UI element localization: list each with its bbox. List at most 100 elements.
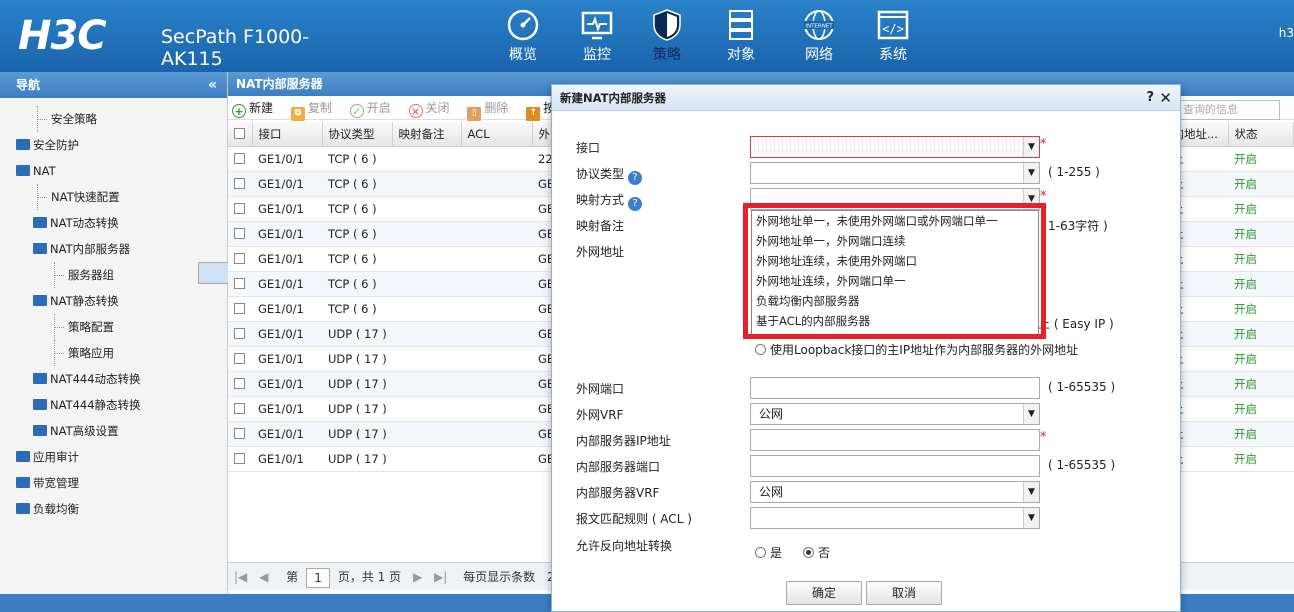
search-input[interactable]: 查询的信息 xyxy=(1178,100,1280,120)
nav-tree: 安全策略安全防护 NAT NAT快速配置 NAT动态转换 NAT内部服务器策略配置 服务器… xyxy=(0,98,488,522)
nav-network[interactable]: INTERNET 网络 xyxy=(789,8,849,64)
radio[interactable] xyxy=(803,547,814,558)
help-icon[interactable]: ? xyxy=(628,171,643,185)
nav-overview[interactable]: 概览 xyxy=(493,8,553,64)
checkbox[interactable] xyxy=(234,277,245,289)
loopback-radio[interactable]: 使用Loopback接口的主IP地址作为内部服务器的外网地址 xyxy=(755,341,1078,358)
sidebar-item[interactable]: 策略应用 xyxy=(0,340,227,366)
row-checkbox[interactable] xyxy=(228,371,252,397)
last-page-icon[interactable]: ▶| xyxy=(434,570,447,584)
radio[interactable] xyxy=(755,344,766,355)
ok-button[interactable]: 确定 xyxy=(786,581,862,605)
new-button[interactable]: + 新建 xyxy=(232,96,273,120)
acl-rule-select[interactable]: ▼ xyxy=(750,507,1040,529)
chevron-down-icon[interactable]: ▼ xyxy=(1023,137,1039,157)
navigation-sidebar: 导航 « 安全策略安全防护 NAT NAT快速配置 NAT动态转换 NAT内部服务器策略… xyxy=(0,72,488,612)
checkbox[interactable] xyxy=(234,452,245,464)
sidebar-item[interactable]: 服务器组 xyxy=(0,262,227,288)
sidebar-item[interactable]: NAT内部服务器 xyxy=(0,236,227,262)
row-checkbox[interactable] xyxy=(228,171,252,197)
interface-select[interactable]: ▼ xyxy=(750,136,1040,158)
delete-button[interactable]: ▯ 删除 xyxy=(467,96,508,121)
first-page-icon[interactable]: |◀ xyxy=(234,570,247,584)
prev-page-icon[interactable]: ◀ xyxy=(259,570,268,584)
row-checkbox[interactable] xyxy=(228,321,252,347)
row-checkbox[interactable] xyxy=(228,446,252,472)
internal-ip-input[interactable] xyxy=(750,429,1040,451)
row-checkbox[interactable] xyxy=(228,196,252,222)
checkbox[interactable] xyxy=(234,152,245,164)
col-protocol[interactable]: 协议类型 xyxy=(322,122,393,147)
row-checkbox[interactable] xyxy=(228,296,252,322)
nav-policy[interactable]: 策略 xyxy=(637,8,697,64)
cell-interface: GE1/0/1 xyxy=(252,146,322,172)
chevron-down-icon[interactable]: ▼ xyxy=(1023,404,1039,424)
cell-protocol: UDP ( 17 ) xyxy=(322,446,392,472)
checkbox[interactable] xyxy=(234,202,245,214)
page-number-input[interactable]: 1 xyxy=(306,567,331,588)
internal-port-input[interactable] xyxy=(750,455,1040,477)
checkbox[interactable] xyxy=(234,427,245,439)
checkbox[interactable] xyxy=(234,327,245,339)
row-checkbox[interactable] xyxy=(228,421,252,447)
sidebar-item[interactable]: NAT xyxy=(0,158,227,184)
external-vrf-select[interactable]: 公网 ▼ xyxy=(750,403,1040,425)
sidebar-item[interactable]: 策略配置 xyxy=(0,314,227,340)
enable-button[interactable]: ✓ 开启 xyxy=(349,96,391,120)
import-icon: ↑ xyxy=(526,107,541,121)
internal-vrf-select[interactable]: 公网 ▼ xyxy=(750,481,1040,503)
help-icon[interactable]: ? xyxy=(1146,85,1154,111)
sidebar-header: 导航 « xyxy=(0,72,227,98)
sidebar-item[interactable]: NAT动态转换 xyxy=(0,210,227,236)
reverse-nat-no-radio[interactable]: 否 xyxy=(803,544,830,561)
chevron-down-icon[interactable]: ▼ xyxy=(1023,508,1039,528)
chevron-down-icon[interactable]: ▼ xyxy=(1023,163,1039,183)
checkbox[interactable] xyxy=(234,352,245,364)
sidebar-item[interactable]: NAT高级设置 xyxy=(0,418,227,444)
row-checkbox[interactable] xyxy=(228,346,252,372)
copy-button[interactable]: ⧉ 复制 xyxy=(290,96,332,121)
nav-system[interactable]: </> 系统 xyxy=(863,8,923,64)
sidebar-item[interactable]: NAT静态转换 xyxy=(0,288,227,314)
external-port-input[interactable] xyxy=(750,377,1040,399)
sidebar-item[interactable]: 带宽管理 xyxy=(0,470,227,496)
row-checkbox[interactable] xyxy=(228,221,252,247)
sidebar-item[interactable]: NAT444静态转换 xyxy=(0,392,227,418)
checkbox[interactable] xyxy=(234,227,245,239)
close-icon[interactable]: ✕ xyxy=(1159,85,1172,111)
help-icon[interactable]: ? xyxy=(628,197,643,211)
checkbox[interactable] xyxy=(234,177,245,189)
cancel-button[interactable]: 取消 xyxy=(866,581,942,605)
sidebar-item[interactable]: NAT快速配置 xyxy=(0,184,227,210)
chevron-down-icon[interactable]: ▼ xyxy=(1023,482,1039,502)
col-mapping-note[interactable]: 映射备注 xyxy=(392,122,462,147)
checkbox[interactable] xyxy=(234,302,245,314)
sidebar-item[interactable]: 应用审计 xyxy=(0,444,227,470)
row-checkbox[interactable] xyxy=(228,146,252,172)
dialog-title: 新建NAT内部服务器 xyxy=(560,91,666,105)
reverse-nat-yes-radio[interactable]: 是 xyxy=(755,544,782,561)
checkbox[interactable] xyxy=(234,252,245,264)
disable-button[interactable]: × 关闭 xyxy=(408,96,450,120)
user-label[interactable]: h3 xyxy=(1279,26,1294,40)
checkbox[interactable] xyxy=(234,402,245,414)
checkbox[interactable] xyxy=(234,127,245,139)
sidebar-item[interactable]: 安全策略 xyxy=(0,106,227,132)
collapse-sidebar-icon[interactable]: « xyxy=(208,72,217,98)
col-interface[interactable]: 接口 xyxy=(252,122,323,147)
next-page-icon[interactable]: ▶ xyxy=(413,570,422,584)
sidebar-item[interactable]: 安全防护 xyxy=(0,132,227,158)
col-acl[interactable]: ACL xyxy=(461,122,533,147)
sidebar-item[interactable]: NAT444动态转换 xyxy=(0,366,227,392)
sidebar-item[interactable]: 负载均衡 xyxy=(0,496,227,522)
nav-monitor[interactable]: 监控 xyxy=(567,8,627,64)
row-checkbox[interactable] xyxy=(228,396,252,422)
nav-objects[interactable]: 对象 xyxy=(711,8,771,64)
protocol-select[interactable]: ▼ xyxy=(750,162,1040,184)
select-all-checkbox[interactable] xyxy=(228,122,253,147)
col-status[interactable]: 状态 xyxy=(1228,122,1294,147)
row-checkbox[interactable] xyxy=(228,271,252,297)
radio[interactable] xyxy=(755,547,766,558)
row-checkbox[interactable] xyxy=(228,246,252,272)
checkbox[interactable] xyxy=(234,377,245,389)
